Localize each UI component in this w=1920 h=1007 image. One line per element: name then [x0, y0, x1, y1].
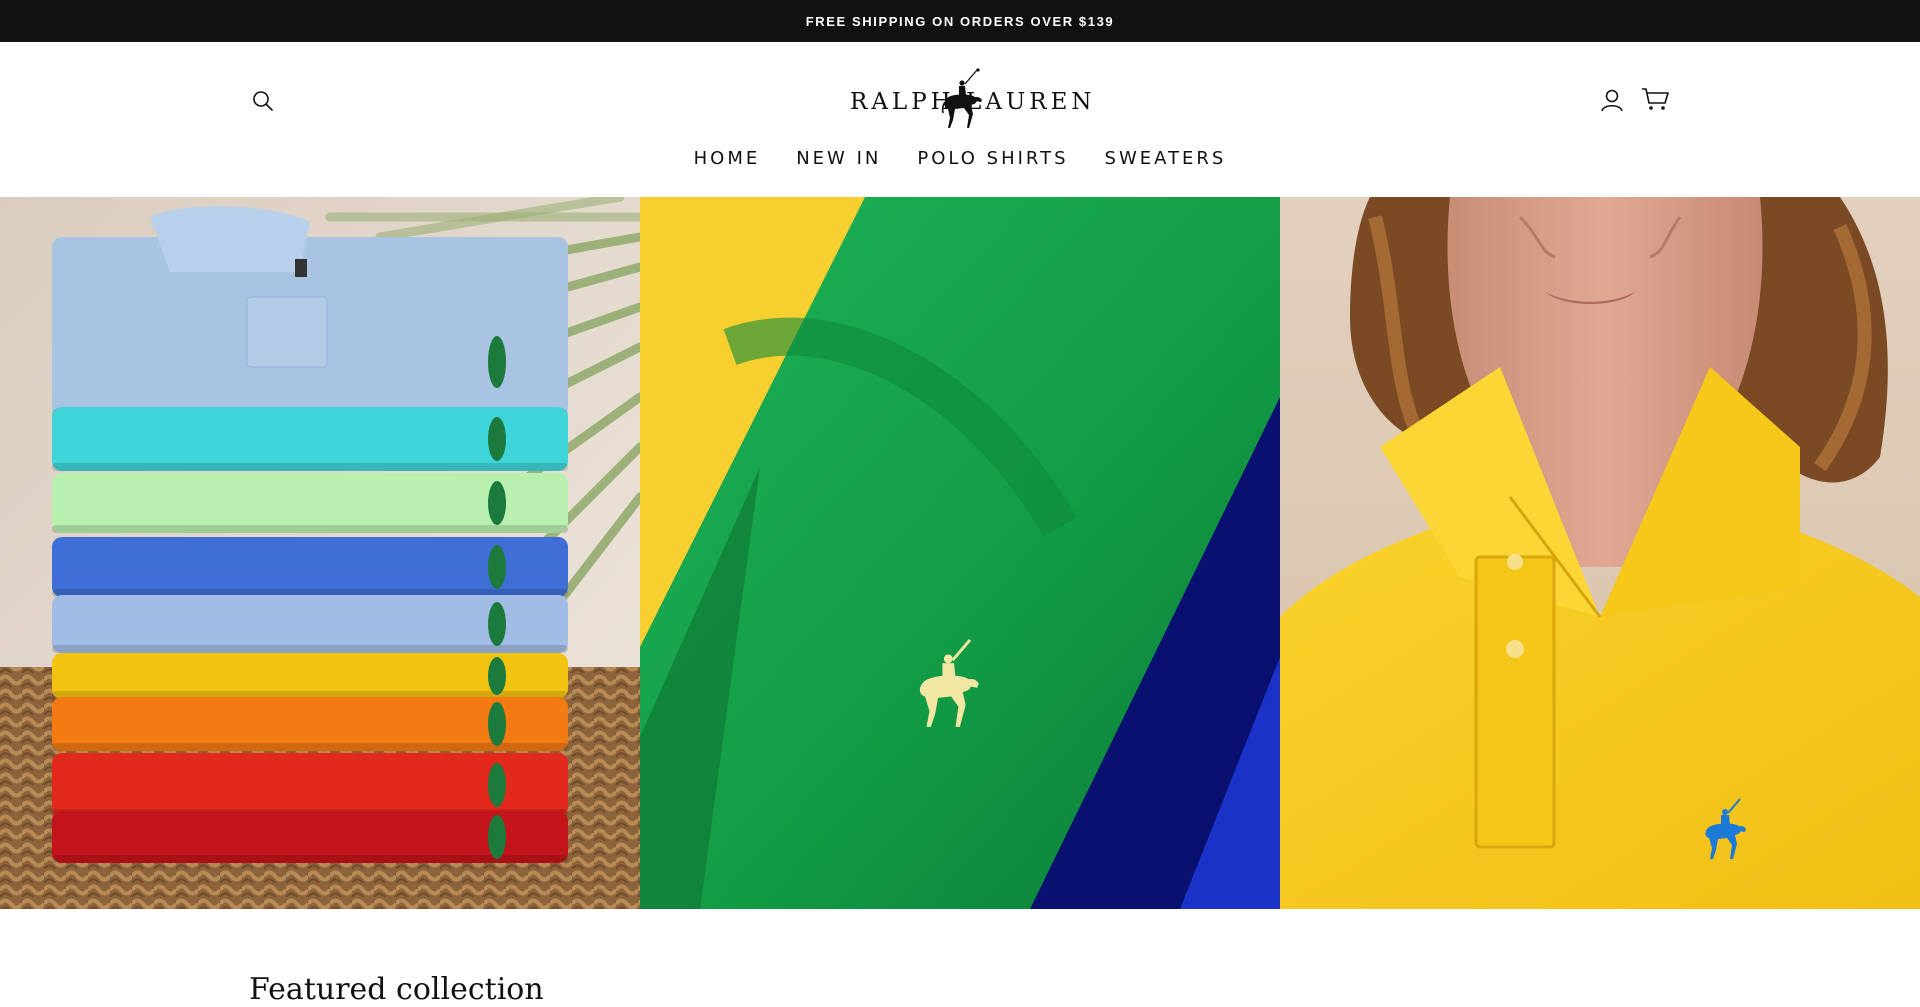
pony-logo-icon [488, 763, 506, 807]
pony-logo-icon [488, 702, 506, 746]
search-icon [253, 91, 273, 111]
hero-panel-stacked-polos[interactable] [0, 197, 640, 909]
account-button[interactable] [1596, 84, 1628, 116]
main-navigation: HOME NEW IN POLO SHIRTS SWEATERS [0, 144, 1920, 173]
brand-logo[interactable]: RALPH LAUREN [850, 68, 1092, 130]
site-header: RALPH LAUREN HOME NEW IN POLO SHIRTS SWE… [0, 42, 1920, 197]
nav-item-new-in[interactable]: NEW IN [796, 144, 881, 173]
featured-collection-heading: Featured collection [249, 972, 544, 1007]
nav-item-home[interactable]: HOME [694, 144, 761, 173]
folded-polo-shadow [52, 855, 568, 863]
green-polo-image [640, 197, 1280, 909]
pony-logo-icon [488, 602, 506, 646]
announcement-text: FREE SHIPPING ON ORDERS OVER $139 [805, 13, 1115, 29]
pony-logo-icon [488, 481, 506, 525]
hero-panel-yellow-model[interactable] [1280, 197, 1920, 909]
folded-polo-shadow [52, 525, 568, 533]
pony-logo-icon [488, 417, 506, 461]
search-button[interactable] [248, 86, 278, 116]
nav-item-polo-shirts[interactable]: POLO SHIRTS [917, 144, 1068, 173]
polo-player-icon [941, 68, 982, 128]
folded-polo-shadow [52, 743, 568, 751]
pony-logo-icon [488, 545, 506, 589]
announcement-bar: FREE SHIPPING ON ORDERS OVER $139 [0, 0, 1920, 42]
pony-logo-icon [488, 815, 506, 859]
folded-polo-shadow [52, 463, 568, 471]
cart-button[interactable] [1638, 82, 1672, 116]
pony-logo-icon [488, 336, 506, 388]
hero-panel-green-closeup[interactable] [640, 197, 1280, 909]
pony-logo-icon [488, 657, 506, 695]
yellow-polo-model-image [1280, 197, 1920, 909]
nav-item-sweaters[interactable]: SWEATERS [1105, 144, 1227, 173]
hero-banner[interactable] [0, 197, 1920, 909]
folded-polo-shadow [52, 645, 568, 653]
stacked-polos-image [0, 197, 640, 909]
cart-icon [1642, 88, 1669, 110]
account-icon [1601, 89, 1623, 112]
